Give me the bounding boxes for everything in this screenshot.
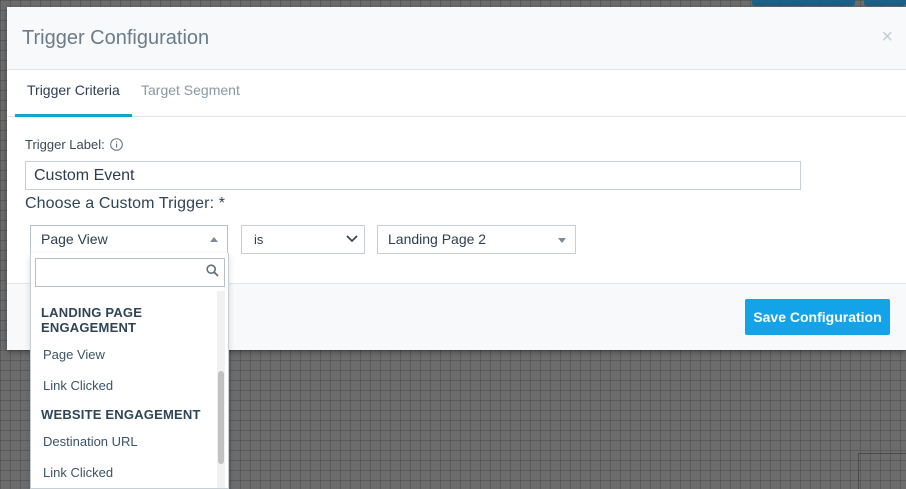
background-button xyxy=(864,0,906,6)
dropdown-item-link-clicked[interactable]: Link Clicked xyxy=(43,465,113,480)
group-label-line: LANDING PAGE xyxy=(41,305,143,320)
choose-trigger-label: Choose a Custom Trigger: * xyxy=(25,195,226,212)
landing-page-select[interactable]: Landing Page 2 xyxy=(377,225,576,254)
background-button xyxy=(752,0,855,6)
search-icon xyxy=(206,264,219,277)
trigger-dropdown: LANDING PAGE ENGAGEMENT Page View Link C… xyxy=(30,253,229,489)
dropdown-item-page-view[interactable]: Page View xyxy=(43,347,105,362)
group-landing-page-engagement: LANDING PAGE ENGAGEMENT xyxy=(41,305,142,335)
trigger-label: Trigger Label: xyxy=(25,137,105,152)
trigger-label-row: Trigger Label: xyxy=(25,137,123,152)
modal-header: Trigger Configuration × xyxy=(7,7,906,70)
trigger-select[interactable]: Page View xyxy=(30,225,228,254)
background-panel xyxy=(858,453,906,489)
dropdown-scroll-thumb[interactable] xyxy=(218,371,224,464)
caret-up-icon xyxy=(210,237,218,242)
chevron-down-icon xyxy=(346,235,358,243)
dropdown-search-input[interactable] xyxy=(35,258,225,287)
close-icon[interactable]: × xyxy=(881,27,893,47)
tab-bar: Trigger Criteria Target Segment xyxy=(7,70,906,117)
dropdown-item-destination-url[interactable]: Destination URL xyxy=(43,434,138,449)
save-configuration-button[interactable]: Save Configuration xyxy=(745,299,890,335)
tab-target-segment[interactable]: Target Segment xyxy=(129,70,252,117)
group-label-line: ENGAGEMENT xyxy=(41,320,137,335)
trigger-select-value: Page View xyxy=(41,231,108,247)
modal-title: Trigger Configuration xyxy=(22,27,210,49)
landing-page-select-value: Landing Page 2 xyxy=(388,231,487,247)
operator-select[interactable]: is xyxy=(241,225,365,254)
operator-select-value: is xyxy=(254,232,264,247)
info-icon[interactable] xyxy=(109,138,123,151)
tab-trigger-criteria[interactable]: Trigger Criteria xyxy=(15,70,132,117)
dropdown-item-link-clicked[interactable]: Link Clicked xyxy=(43,378,113,393)
group-label-line: WEBSITE ENGAGEMENT xyxy=(41,407,201,422)
caret-down-icon xyxy=(558,238,566,243)
group-website-engagement: WEBSITE ENGAGEMENT xyxy=(41,407,201,422)
trigger-label-input[interactable] xyxy=(25,161,801,190)
